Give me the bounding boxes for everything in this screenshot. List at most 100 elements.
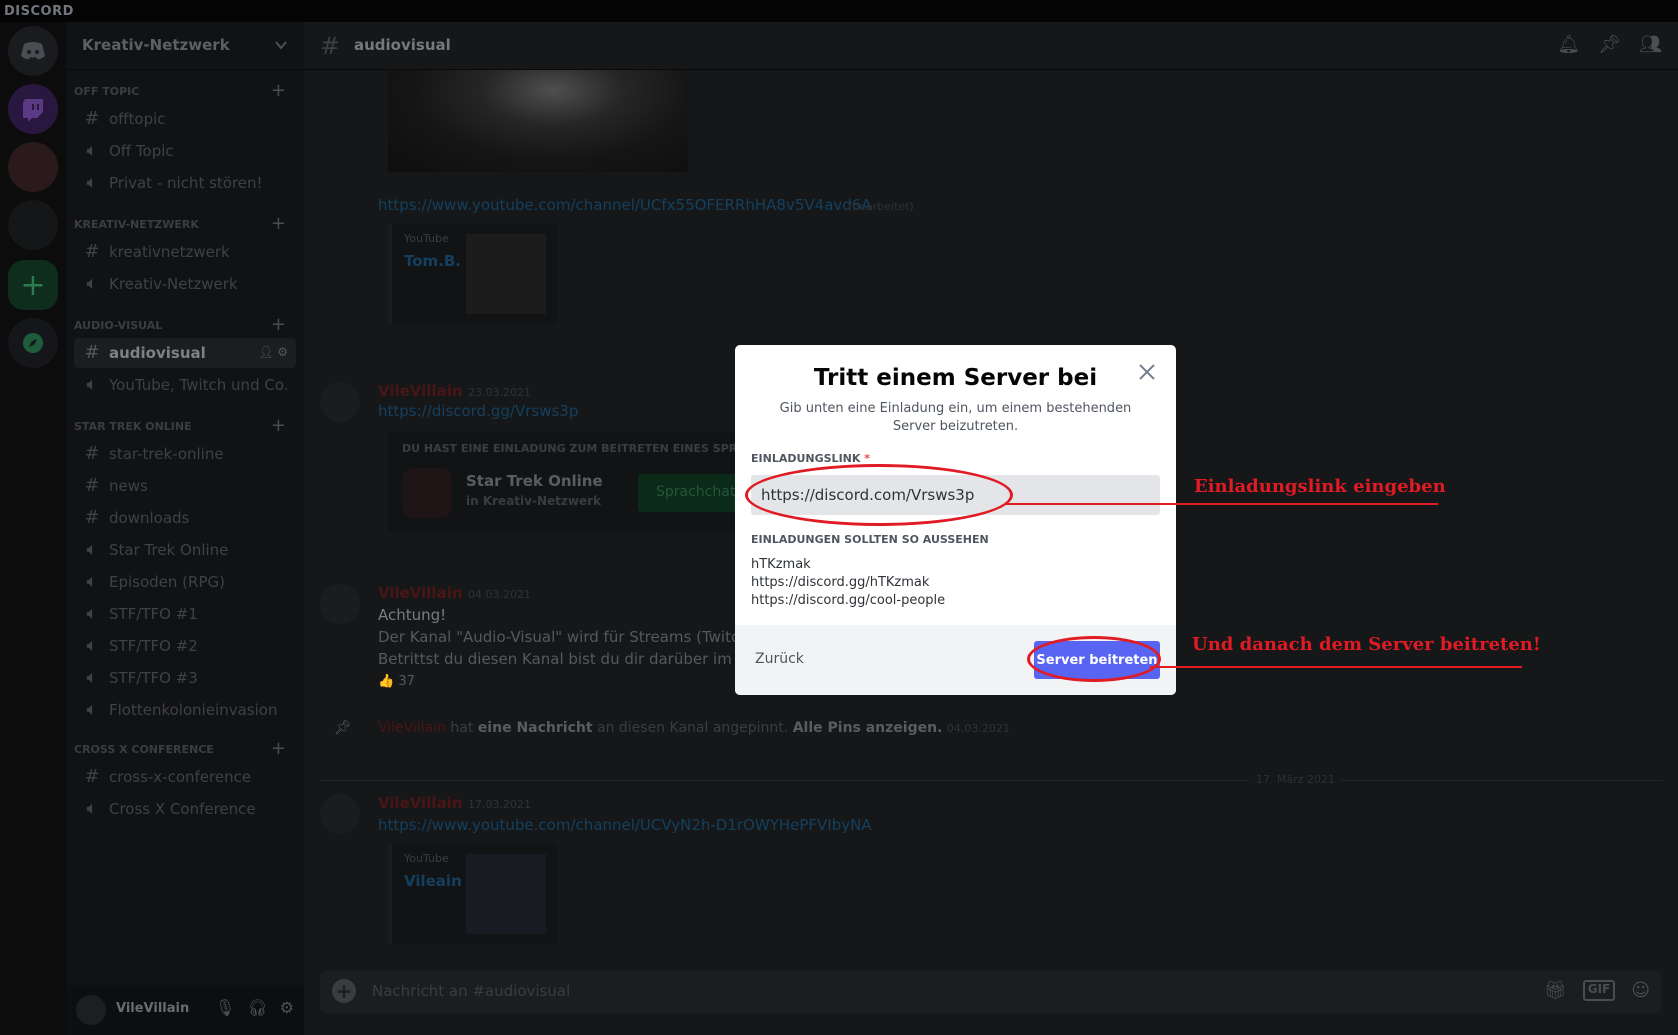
pin-author[interactable]: VileVillain: [378, 720, 446, 736]
explore-servers-button[interactable]: [8, 318, 58, 368]
hash-icon: #: [84, 443, 100, 464]
channel-item-flottenkolonieinvasion[interactable]: 🔈︎ Flottenkolonieinvasion: [74, 695, 296, 725]
message-author[interactable]: VileVillain: [378, 382, 463, 400]
add-channel-icon[interactable]: +: [271, 316, 286, 334]
channel-label: news: [109, 477, 148, 495]
headphones-icon[interactable]: 🎧︎: [247, 998, 267, 1017]
channel-label: YouTube, Twitch und Co.: [109, 376, 289, 394]
embed-thumbnail[interactable]: [466, 854, 546, 934]
pin-icon[interactable]: 📌︎: [1598, 34, 1621, 55]
speaker-icon: 🔈︎: [86, 667, 98, 688]
pin-text: hat: [450, 720, 474, 736]
example-invite: hTKzmak: [751, 557, 811, 572]
message-link[interactable]: https://www.youtube.com/channel/UCVyN2h-…: [378, 816, 872, 834]
invite-link[interactable]: https://discord.gg/Vrsws3p: [378, 402, 578, 420]
gif-icon[interactable]: GIF: [1582, 980, 1616, 1001]
server-icon-twitch[interactable]: [8, 84, 58, 134]
close-icon[interactable]: [1134, 359, 1160, 385]
add-channel-icon[interactable]: +: [271, 215, 286, 233]
category-kreativ-netzwerk[interactable]: KREATIV-NETZWERK +: [74, 215, 296, 234]
channel-item-downloads[interactable]: # downloads: [74, 503, 296, 533]
attach-plus-icon[interactable]: +: [332, 979, 356, 1003]
avatar[interactable]: [320, 794, 360, 834]
gift-icon[interactable]: 🎁︎: [1544, 980, 1567, 1001]
server-icon-kreativ[interactable]: [8, 142, 58, 192]
embed-title[interactable]: Tom.B.: [404, 252, 461, 270]
required-marker: *: [864, 452, 870, 465]
invite-server-name: in Kreativ-Netzwerk: [466, 494, 601, 508]
embed-title[interactable]: Vileain: [404, 872, 462, 890]
hash-icon: #: [84, 342, 100, 363]
channel-label: Episoden (RPG): [109, 573, 225, 591]
add-channel-icon[interactable]: +: [271, 417, 286, 435]
channel-item-star-trek-online-voice[interactable]: 🔈︎ Star Trek Online: [74, 535, 296, 565]
add-channel-icon[interactable]: +: [271, 740, 286, 758]
microphone-icon[interactable]: 🎙︎: [215, 998, 235, 1017]
channel-item-kreativnetzwerk[interactable]: # kreativnetzwerk: [74, 237, 296, 267]
avatar[interactable]: [320, 382, 360, 422]
channel-label: Flottenkolonieinvasion: [109, 701, 278, 719]
channel-item-stf-2[interactable]: 🔈︎ STF/TFO #2: [74, 631, 296, 661]
home-button[interactable]: [8, 26, 58, 76]
discord-logo-icon: [21, 42, 45, 60]
image-embed[interactable]: [388, 70, 688, 172]
invite-settings-icons[interactable]: 👤︎ ⚙︎: [258, 345, 288, 359]
channel-item-privat[interactable]: 🔈︎ Privat - nicht stören!: [74, 168, 296, 198]
channel-item-off-topic-voice[interactable]: 🔈︎ Off Topic: [74, 136, 296, 166]
category-off-topic[interactable]: OFF TOPIC +: [74, 82, 296, 101]
gear-icon[interactable]: ⚙︎: [280, 998, 294, 1017]
message-author[interactable]: VileVillain: [378, 584, 463, 602]
back-button[interactable]: Zurück: [755, 651, 804, 667]
channel-item-kreativ-netzwerk-voice[interactable]: 🔈︎ Kreativ-Netzwerk: [74, 269, 296, 299]
composer-toolbar: 🎁︎ GIF ☺︎: [1544, 980, 1650, 1001]
channel-item-episoden[interactable]: 🔈︎ Episoden (RPG): [74, 567, 296, 597]
channel-label: downloads: [109, 509, 190, 527]
add-channel-icon[interactable]: +: [271, 82, 286, 100]
guild-header[interactable]: Kreativ-Netzwerk: [66, 22, 304, 70]
message-input-placeholder[interactable]: Nachricht an #audiovisual: [372, 982, 570, 1000]
channel-item-stf-3[interactable]: 🔈︎ STF/TFO #3: [74, 663, 296, 693]
modal-title: Tritt einem Server bei: [813, 365, 1098, 391]
annotation-ellipse-button: [1027, 636, 1161, 682]
category-label: KREATIV-NETZWERK: [74, 218, 199, 231]
channel-title: audiovisual: [354, 36, 451, 54]
message-author[interactable]: VileVillain: [378, 794, 463, 812]
embed-provider: YouTube: [404, 232, 449, 245]
channel-item-audiovisual[interactable]: # audiovisual 👤︎ ⚙︎: [74, 338, 296, 368]
invite-field-label: EINLADUNGSLINK *: [751, 452, 870, 465]
avatar[interactable]: [76, 995, 106, 1025]
channel-item-stf-1[interactable]: 🔈︎ STF/TFO #1: [74, 599, 296, 629]
channel-item-offtopic[interactable]: # offtopic: [74, 104, 296, 134]
plus-icon: +: [20, 267, 46, 303]
pin-message-link[interactable]: eine Nachricht: [478, 720, 593, 736]
category-label: AUDIO-VISUAL: [74, 319, 163, 332]
speaker-icon: 🔈︎: [86, 273, 98, 294]
message-link[interactable]: https://www.youtube.com/channel/UCfx55OF…: [378, 196, 872, 214]
edited-label: (bearbeitet): [848, 200, 914, 213]
reaction[interactable]: 👍 37: [378, 674, 415, 689]
add-server-button[interactable]: +: [8, 260, 58, 310]
embed-thumbnail[interactable]: [466, 234, 546, 314]
channel-item-news[interactable]: # news: [74, 471, 296, 501]
show-pins-link[interactable]: Alle Pins anzeigen.: [793, 720, 943, 736]
channel-item-cross-x-conference-voice[interactable]: 🔈︎ Cross X Conference: [74, 794, 296, 824]
category-star-trek-online[interactable]: STAR TREK ONLINE +: [74, 417, 296, 436]
annotation-line-button: [1150, 666, 1522, 668]
category-audio-visual[interactable]: AUDIO-VISUAL +: [74, 316, 296, 335]
bell-icon[interactable]: 🔔︎: [1557, 34, 1580, 55]
annotation-input-note: Einladungslink eingeben: [1194, 476, 1446, 497]
hash-icon: #: [84, 766, 100, 787]
server-icon-3[interactable]: [8, 200, 58, 250]
message-timestamp: 17.03.2021: [468, 798, 531, 811]
channel-item-cross-x-conference-text[interactable]: # cross-x-conference: [74, 762, 296, 792]
avatar[interactable]: [320, 584, 360, 624]
channel-item-youtube-twitch[interactable]: 🔈︎ YouTube, Twitch und Co.: [74, 370, 296, 400]
message-composer[interactable]: + Nachricht an #audiovisual 🎁︎ GIF ☺︎: [320, 970, 1662, 1014]
hash-icon: #: [84, 108, 100, 129]
message-timestamp: 23.03.2021: [468, 386, 531, 399]
speaker-icon: 🔈︎: [86, 699, 98, 720]
emoji-icon[interactable]: ☺︎: [1631, 980, 1650, 1001]
channel-item-star-trek-online-text[interactable]: # star-trek-online: [74, 439, 296, 469]
category-cross-x-conference[interactable]: CROSS X CONFERENCE +: [74, 740, 296, 759]
members-icon[interactable]: 👥︎: [1639, 34, 1662, 55]
